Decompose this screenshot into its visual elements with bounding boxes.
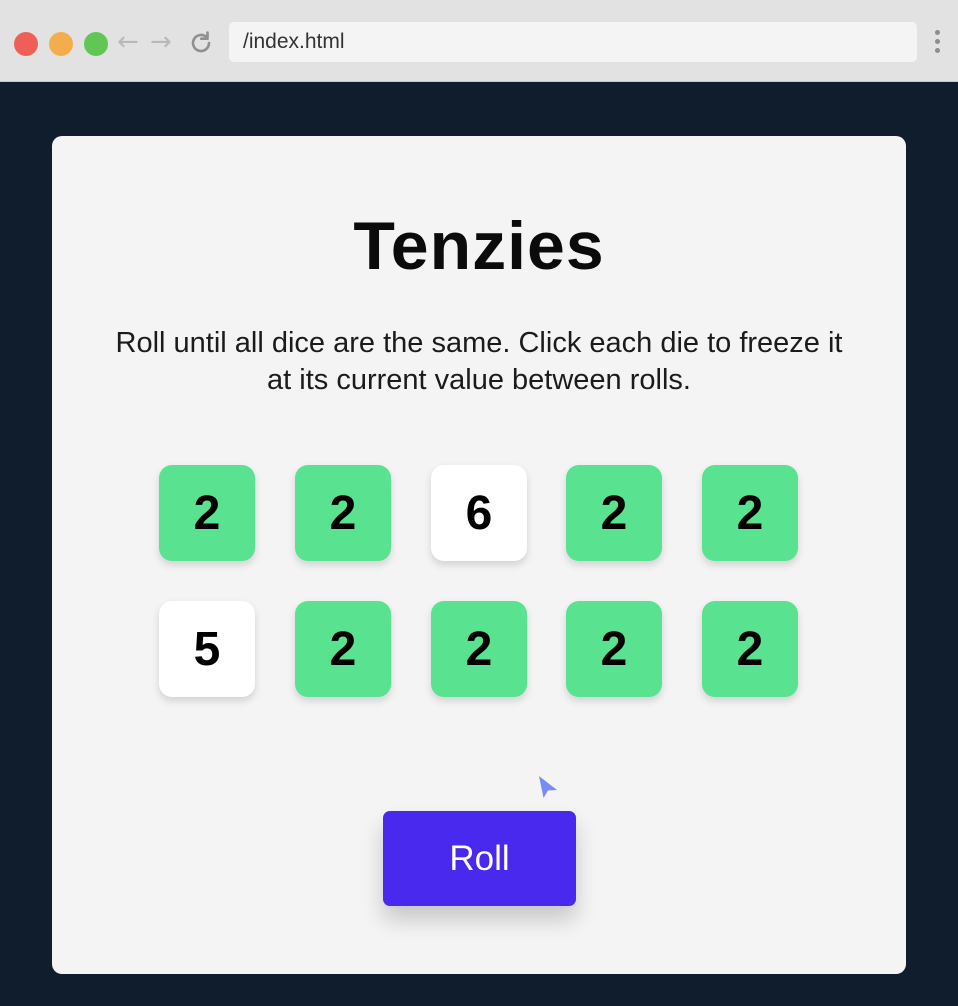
die[interactable]: 2 — [566, 601, 662, 697]
kebab-menu-icon[interactable] — [933, 30, 941, 56]
die[interactable]: 2 — [295, 601, 391, 697]
minimize-window-button[interactable] — [49, 32, 73, 56]
mouse-cursor-icon — [539, 776, 557, 798]
back-arrow-icon[interactable]: ← — [117, 26, 139, 58]
die[interactable]: 5 — [159, 601, 255, 697]
roll-button[interactable]: Roll — [383, 811, 576, 906]
address-bar[interactable]: /index.html — [229, 22, 917, 62]
forward-arrow-icon[interactable]: → — [150, 26, 172, 58]
die[interactable]: 6 — [431, 465, 527, 561]
die[interactable]: 2 — [431, 601, 527, 697]
die[interactable]: 2 — [566, 465, 662, 561]
maximize-window-button[interactable] — [84, 32, 108, 56]
die[interactable]: 2 — [702, 601, 798, 697]
close-window-button[interactable] — [14, 32, 38, 56]
reload-icon[interactable] — [188, 30, 214, 56]
die[interactable]: 2 — [159, 465, 255, 561]
instructions-text: Roll until all dice are the same. Click … — [115, 327, 843, 396]
browser-toolbar: ← → /index.html — [0, 0, 958, 82]
die[interactable]: 2 — [295, 465, 391, 561]
page-title: Tenzies — [353, 208, 605, 284]
die[interactable]: 2 — [702, 465, 798, 561]
